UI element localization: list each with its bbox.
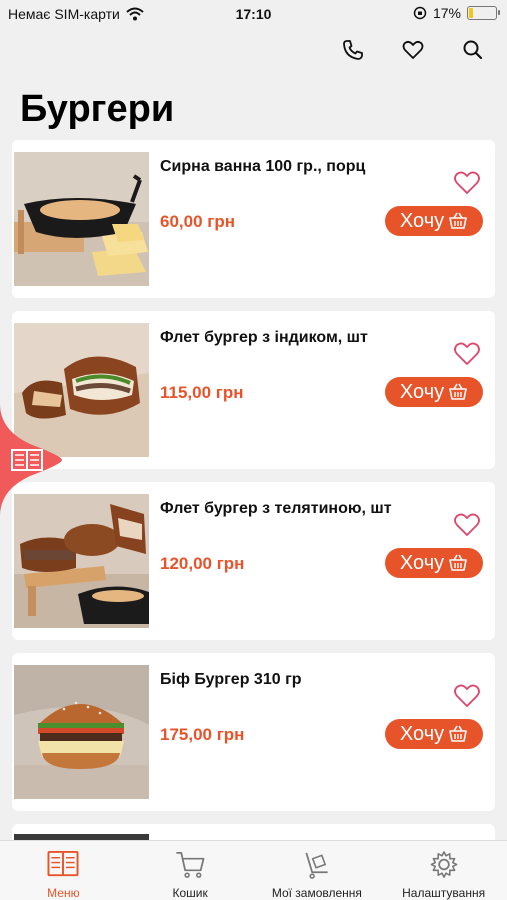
- product-image-beef-burger: [14, 665, 149, 799]
- menu-book-icon: [47, 850, 79, 877]
- product-card[interactable]: Біф Бургер 310 гр 175,00 грн Хочу: [12, 653, 495, 811]
- tab-my-orders[interactable]: Мої замовлення: [254, 841, 381, 900]
- product-price: 115,00 грн: [160, 383, 244, 402]
- basket-icon: [449, 725, 467, 742]
- battery-icon: [467, 6, 500, 20]
- phone-icon[interactable]: [341, 38, 365, 62]
- tab-label: Меню: [47, 886, 80, 900]
- cart-icon: [176, 852, 205, 878]
- gear-icon: [430, 851, 457, 878]
- tab-label: Кошик: [172, 886, 208, 900]
- product-image-cheese-bath: [14, 152, 149, 286]
- bottom-tab-bar: Меню Кошик Мої замовлення Налаштування: [0, 840, 507, 900]
- product-name: Флет бургер з телятиною, шт: [160, 500, 392, 517]
- tab-label: Мої замовлення: [271, 886, 362, 900]
- heart-icon[interactable]: [453, 512, 481, 538]
- want-button[interactable]: Хочу: [385, 719, 483, 749]
- want-button-label: Хочу: [399, 209, 445, 232]
- heart-icon[interactable]: [453, 170, 481, 196]
- want-button[interactable]: Хочу: [385, 206, 483, 236]
- want-button-label: Хочу: [399, 380, 445, 403]
- favorites-heart-icon[interactable]: [401, 38, 425, 62]
- tab-menu[interactable]: Меню: [0, 841, 127, 900]
- product-card[interactable]: Сирна ванна 100 гр., порц 60,00 грн Хочу: [12, 140, 495, 298]
- product-price: 60,00 грн: [160, 212, 235, 231]
- product-card[interactable]: Флет бургер з телятиною, шт 120,00 грн Х…: [12, 482, 495, 640]
- basket-icon: [449, 554, 467, 571]
- product-price: 120,00 грн: [160, 554, 245, 573]
- tab-label: Налаштування: [402, 886, 486, 900]
- basket-icon: [449, 383, 467, 400]
- product-name: Флет бургер з індиком, шт: [160, 329, 368, 346]
- product-name: Сирна ванна 100 гр., порц: [160, 158, 366, 175]
- page-title: Бургери: [20, 88, 175, 130]
- tab-settings[interactable]: Налаштування: [380, 841, 507, 900]
- delivery-cart-icon: [305, 852, 328, 879]
- product-price: 175,00 грн: [160, 725, 245, 744]
- battery-percent: 17%: [432, 5, 461, 21]
- basket-icon: [449, 212, 467, 229]
- status-bar: Немає SIM-карти 17:10 17%: [0, 0, 507, 28]
- status-right: 17%: [413, 5, 500, 21]
- category-menu-tab[interactable]: [0, 404, 62, 516]
- product-card[interactable]: Флет бургер з індиком, шт 115,00 грн Хоч…: [12, 311, 495, 469]
- header-actions: [341, 38, 485, 62]
- search-icon[interactable]: [461, 38, 485, 62]
- want-button[interactable]: Хочу: [385, 377, 483, 407]
- want-button-label: Хочу: [399, 551, 445, 574]
- heart-icon[interactable]: [453, 683, 481, 709]
- want-button-label: Хочу: [399, 722, 445, 745]
- product-name: Біф Бургер 310 гр: [160, 671, 302, 688]
- want-button[interactable]: Хочу: [385, 548, 483, 578]
- tab-cart[interactable]: Кошик: [127, 841, 254, 900]
- orientation-lock-icon: [413, 6, 427, 20]
- heart-icon[interactable]: [453, 341, 481, 367]
